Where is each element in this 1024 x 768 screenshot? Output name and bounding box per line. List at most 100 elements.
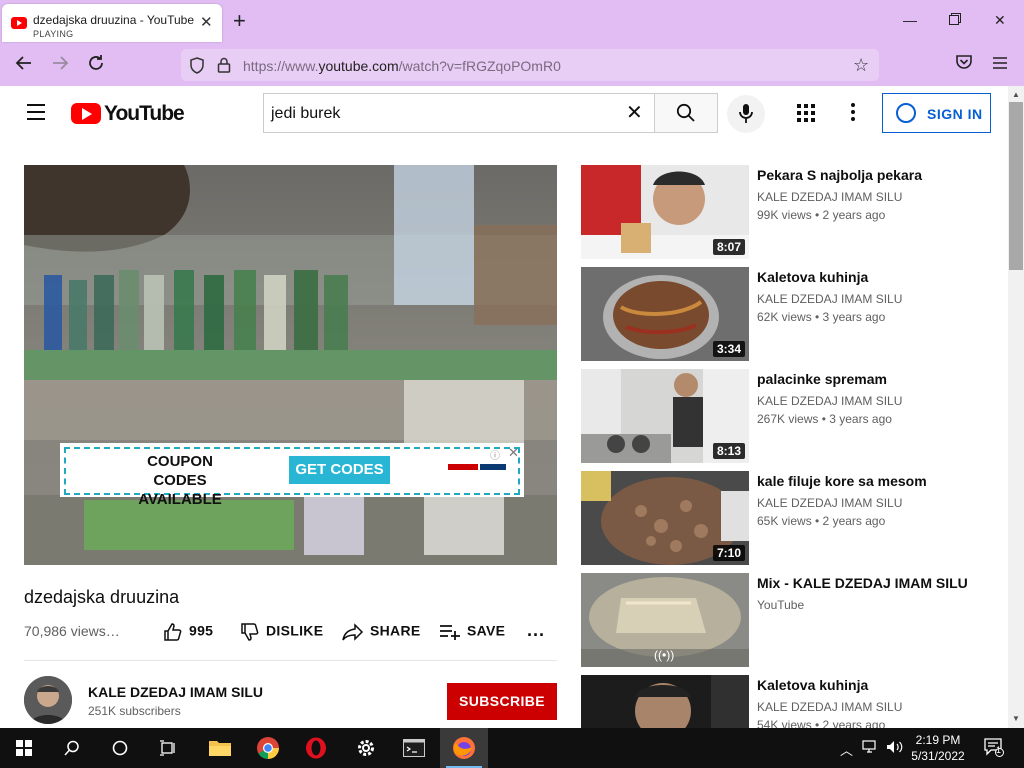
settings-button[interactable]: [342, 728, 390, 768]
cortana-button[interactable]: [96, 728, 144, 768]
more-actions-icon[interactable]: ···: [527, 625, 545, 646]
recommendation-title[interactable]: kale filuje kore sa mesom: [757, 473, 927, 489]
recommendation-channel[interactable]: KALE DZEDAJ IMAM SILU: [757, 190, 902, 204]
show-hidden-icons-chevron-icon[interactable]: ︿: [840, 740, 853, 759]
voice-search-button[interactable]: [727, 95, 765, 133]
recommendation-thumbnail[interactable]: 8:13: [581, 369, 749, 463]
minimize-window-icon[interactable]: —: [903, 12, 917, 28]
browser-nav-bar: https://www.youtube.com/watch?v=fRGZqoPO…: [0, 44, 1024, 86]
save-button[interactable]: SAVE: [439, 622, 505, 642]
ad-info-icon[interactable]: ⓘ: [490, 447, 500, 462]
like-count: 995: [189, 622, 214, 639]
video-player[interactable]: COUPON CODES AVAILABLE GET CODES ⓘ ✕: [24, 165, 557, 565]
share-button[interactable]: SHARE: [342, 622, 421, 642]
volume-icon[interactable]: [886, 740, 904, 757]
recommendation-channel[interactable]: YouTube: [757, 598, 804, 612]
firefox-button[interactable]: [440, 728, 488, 768]
notification-badge: 1: [996, 745, 1002, 755]
dislike-button[interactable]: DISLIKE: [240, 622, 323, 642]
gear-icon: [358, 740, 374, 756]
recommendation-item[interactable]: 3:34 Kaletova kuhinja KALE DZEDAJ IMAM S…: [581, 267, 1001, 361]
video-duration: 8:13: [712, 443, 745, 459]
tab-playing-status: PLAYING: [33, 29, 74, 39]
recommendation-item[interactable]: ((•)) Mix - KALE DZEDAJ IMAM SILU YouTub…: [581, 573, 1001, 667]
search-input[interactable]: jedi burek ✕: [263, 93, 655, 133]
recommendation-thumbnail[interactable]: 8:07: [581, 165, 749, 259]
mix-live-icon: ((•)): [654, 648, 675, 662]
sign-in-button[interactable]: SIGN IN: [882, 93, 991, 133]
task-view-icon: [160, 740, 175, 756]
recommendation-channel[interactable]: KALE DZEDAJ IMAM SILU: [757, 700, 902, 714]
chrome-button[interactable]: [244, 728, 292, 768]
ad-close-icon[interactable]: ✕: [508, 445, 519, 461]
channel-name[interactable]: KALE DZEDAJ IMAM SILU: [88, 684, 263, 700]
ad-brand-logo: [448, 462, 508, 478]
scroll-up-arrow-icon[interactable]: ▲: [1012, 90, 1020, 99]
scroll-down-arrow-icon[interactable]: ▼: [1012, 714, 1020, 723]
thumbs-up-icon: [164, 623, 182, 641]
lock-icon[interactable]: [217, 57, 231, 78]
page-scrollbar[interactable]: ▲ ▼: [1008, 86, 1024, 728]
recommendation-thumbnail[interactable]: 7:10: [581, 471, 749, 565]
recommendation-thumbnail[interactable]: ((•)): [581, 573, 749, 667]
recommendation-meta: 65K views • 2 years ago: [757, 514, 886, 528]
pocket-icon[interactable]: [955, 54, 973, 74]
settings-more-icon[interactable]: [851, 103, 857, 123]
recommendation-title[interactable]: Kaletova kuhinja: [757, 269, 868, 285]
search-icon: [64, 740, 79, 756]
account-avatar-icon: [896, 103, 916, 123]
recommendation-channel[interactable]: KALE DZEDAJ IMAM SILU: [757, 292, 902, 306]
search-button[interactable]: [654, 93, 718, 133]
bookmark-star-icon[interactable]: ☆: [853, 55, 869, 76]
get-codes-button[interactable]: GET CODES: [289, 456, 390, 484]
close-window-icon[interactable]: ✕: [994, 12, 1006, 28]
share-label: SHARE: [370, 622, 421, 639]
forward-arrow-icon[interactable]: [51, 54, 69, 76]
address-bar[interactable]: https://www.youtube.com/watch?v=fRGZqoPO…: [181, 49, 879, 81]
new-tab-plus-icon[interactable]: +: [233, 10, 246, 32]
recommendation-title[interactable]: Kaletova kuhinja: [757, 677, 868, 693]
file-explorer-button[interactable]: [196, 728, 244, 768]
task-view-button[interactable]: [144, 728, 192, 768]
back-arrow-icon[interactable]: [15, 54, 33, 76]
save-label: SAVE: [467, 622, 506, 639]
restore-window-icon[interactable]: [949, 12, 961, 28]
terminal-button[interactable]: [390, 728, 438, 768]
recommendation-title[interactable]: Pekara S najbolja pekara: [757, 167, 922, 183]
scrollbar-thumb[interactable]: [1009, 102, 1023, 270]
youtube-logo-text[interactable]: YouTube: [104, 102, 185, 126]
subscriber-count: 251K subscribers: [88, 704, 181, 718]
browser-tab-active[interactable]: dzedajska druuzina - YouTube PLAYING ✕: [2, 4, 222, 42]
tracking-protection-shield-icon[interactable]: [189, 57, 205, 79]
recommendation-item[interactable]: 8:07 Pekara S najbolja pekara KALE DZEDA…: [581, 165, 1001, 259]
opera-button[interactable]: [292, 728, 340, 768]
recommendation-item[interactable]: 7:10 kale filuje kore sa mesom KALE DZED…: [581, 471, 1001, 565]
menu-hamburger-icon[interactable]: [992, 54, 1008, 74]
overlay-ad-banner[interactable]: COUPON CODES AVAILABLE GET CODES ⓘ ✕: [60, 443, 524, 508]
system-clock[interactable]: 2:19 PM 5/31/2022: [908, 732, 968, 764]
subscribe-button[interactable]: SUBSCRIBE: [447, 683, 557, 720]
start-button[interactable]: [0, 728, 48, 768]
recommendation-thumbnail[interactable]: 3:34: [581, 267, 749, 361]
apps-grid-icon[interactable]: [797, 104, 815, 122]
guide-menu-icon[interactable]: [27, 104, 47, 120]
video-frame-image: [24, 165, 557, 565]
video-title: dzedajska druuzina: [24, 587, 180, 607]
recommendation-title[interactable]: palacinke spremam: [757, 371, 887, 387]
channel-avatar[interactable]: [24, 676, 72, 724]
taskbar-search-button[interactable]: [48, 728, 96, 768]
recommendation-channel[interactable]: KALE DZEDAJ IMAM SILU: [757, 394, 902, 408]
reload-icon[interactable]: [87, 54, 105, 76]
recommendation-item[interactable]: 8:13 palacinke spremam KALE DZEDAJ IMAM …: [581, 369, 1001, 463]
tab-close-icon[interactable]: ✕: [200, 15, 213, 30]
clear-search-icon[interactable]: ✕: [626, 102, 643, 124]
dislike-label: DISLIKE: [266, 622, 324, 639]
network-icon[interactable]: [862, 740, 880, 757]
recommendation-title[interactable]: Mix - KALE DZEDAJ IMAM SILU: [757, 575, 968, 591]
recommendation-meta: 267K views • 3 years ago: [757, 412, 892, 426]
notification-center-button[interactable]: 1: [984, 737, 1004, 760]
view-count[interactable]: 70,986 views…: [24, 623, 120, 639]
like-button[interactable]: 995: [163, 622, 213, 642]
recommendation-channel[interactable]: KALE DZEDAJ IMAM SILU: [757, 496, 902, 510]
youtube-logo-icon[interactable]: [71, 103, 101, 124]
